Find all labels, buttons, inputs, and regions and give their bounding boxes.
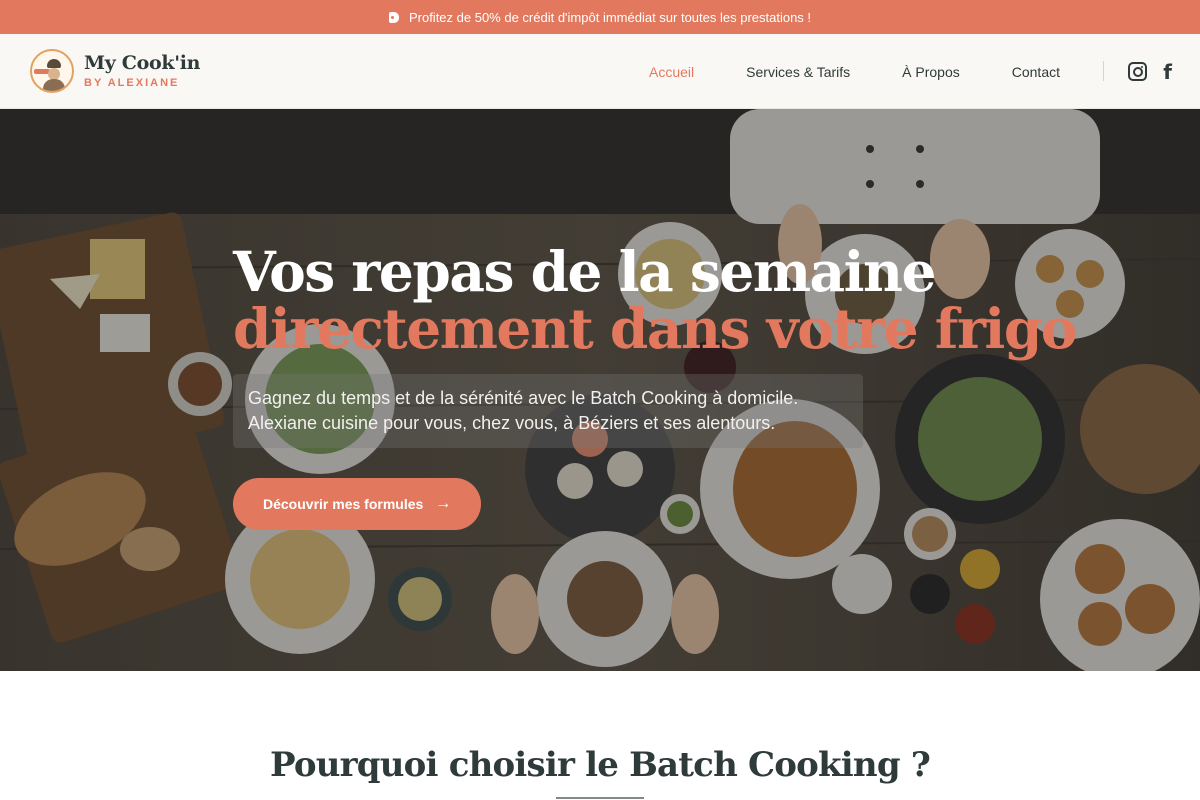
social-links: f — [1128, 34, 1172, 109]
hero-subtitle-line-2: Alexiane cuisine pour vous, chez vous, à… — [248, 413, 776, 433]
promo-banner: Profitez de 50% de crédit d'impôt immédi… — [0, 0, 1200, 34]
section-divider — [556, 797, 644, 799]
nav-item-services-tarifs[interactable]: Services & Tarifs — [746, 64, 850, 80]
brand-logo[interactable]: My Cook'in BY ALEXIANE — [30, 49, 200, 93]
nav-divider — [1103, 61, 1104, 81]
hero-title-accent: directement dans votre frigo — [233, 296, 1077, 361]
instagram-icon[interactable] — [1128, 62, 1148, 81]
cta-label: Découvrir mes formules — [263, 496, 424, 512]
promo-text: Profitez de 50% de crédit d'impôt immédi… — [408, 9, 812, 25]
site-header: My Cook'in BY ALEXIANE Accueil Services … — [0, 34, 1200, 109]
brand-tagline: BY ALEXIANE — [84, 77, 180, 89]
hero-content: Vos repas de la semaine directement dans… — [233, 239, 1077, 530]
hero-title: Vos repas de la semaine — [233, 239, 937, 304]
nav-item-contact[interactable]: Contact — [1012, 64, 1060, 80]
nav-item-a-propos[interactable]: À Propos — [902, 64, 960, 80]
hero-subtitle: Gagnez du temps et de la sérénité avec l… — [233, 374, 863, 448]
nav-item-accueil[interactable]: Accueil — [649, 64, 694, 80]
section-title: Pourquoi choisir le Batch Cooking ? — [270, 745, 931, 785]
discover-formulas-button[interactable]: Découvrir mes formules → — [233, 478, 482, 530]
hero-section: Vos repas de la semaine directement dans… — [0, 109, 1200, 671]
arrow-right-icon: → — [435, 495, 452, 512]
tag-icon — [388, 11, 399, 23]
facebook-icon[interactable]: f — [1163, 62, 1172, 82]
logo-badge-icon — [30, 49, 74, 93]
brand-name: My Cook'in — [84, 52, 201, 74]
hero-subtitle-line-1: Gagnez du temps et de la sérénité avec l… — [248, 388, 799, 408]
main-nav: Accueil Services & Tarifs À Propos Conta… — [597, 34, 1060, 109]
